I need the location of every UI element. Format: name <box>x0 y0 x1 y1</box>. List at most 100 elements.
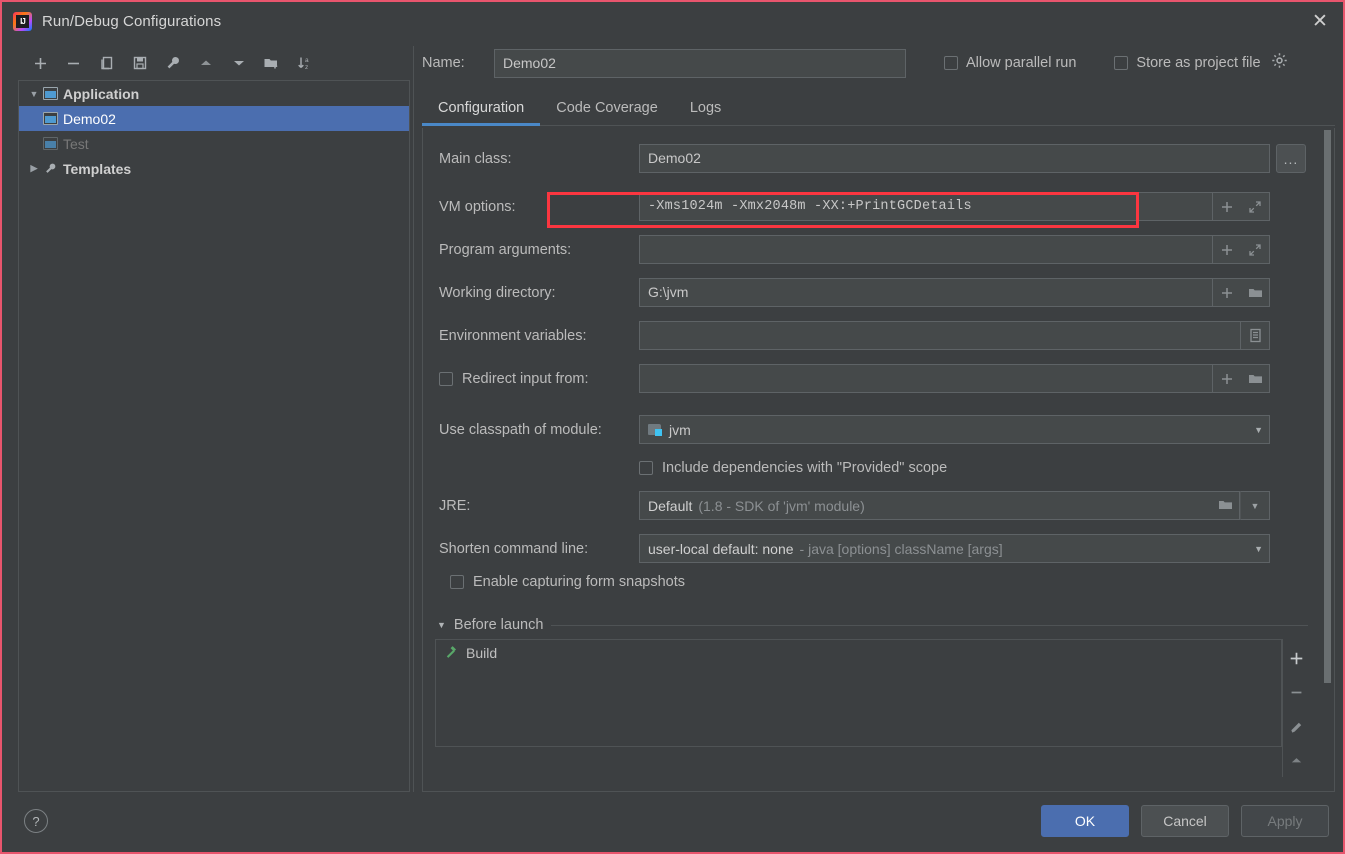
help-button[interactable]: ? <box>24 809 48 833</box>
wrench-icon[interactable] <box>156 48 189 78</box>
module-combobox-value: jvm <box>669 421 691 438</box>
vm-options-input[interactable]: -Xms1024m -Xmx2048m -XX:+PrintGCDetails <box>639 192 1213 221</box>
section-divider <box>551 624 1308 626</box>
copy-icon[interactable] <box>90 48 123 78</box>
tree-item-demo02[interactable]: Demo02 <box>19 106 409 131</box>
redirect-input-row: Redirect input from: <box>423 364 1322 393</box>
remove-configuration-button[interactable] <box>57 48 90 78</box>
name-input[interactable]: Demo02 <box>494 48 906 78</box>
form-scroll-content: Main class: Demo02 ... VM options: -Xms1… <box>423 128 1322 791</box>
build-hammer-icon <box>444 644 459 662</box>
tree-item-label: Templates <box>63 160 132 177</box>
redirect-input-label: Redirect input from: <box>462 370 589 387</box>
enable-form-snapshots-label: Enable capturing form snapshots <box>473 574 685 590</box>
before-launch-header[interactable]: ▼ Before launch <box>423 617 1322 633</box>
save-icon[interactable] <box>123 48 156 78</box>
twisty-expanded-icon[interactable]: ▼ <box>25 89 43 99</box>
checkbox-box[interactable] <box>944 56 958 70</box>
main-class-label: Main class: <box>439 150 512 167</box>
tab-configuration[interactable]: Configuration <box>422 100 541 126</box>
configuration-editor-panel: Name: Demo02 Allow parallel run Store as… <box>422 46 1335 792</box>
edit-task-button[interactable] <box>1283 709 1311 743</box>
vm-options-row: VM options: -Xms1024m -Xmx2048m -XX:+Pri… <box>423 192 1322 221</box>
tree-item-templates[interactable]: ▶ Templates <box>19 156 409 181</box>
triangle-up-icon[interactable] <box>189 48 222 78</box>
tree-item-label: Test <box>63 135 89 152</box>
tree-item-application[interactable]: ▼ Application <box>19 81 409 106</box>
editor-tabs: Configuration Code Coverage Logs <box>422 90 1335 126</box>
folder-icon[interactable] <box>1241 279 1269 306</box>
vm-options-buttons <box>1213 192 1270 221</box>
configurations-toolbar: az <box>12 46 410 80</box>
form-scrollbar-thumb[interactable] <box>1324 130 1331 683</box>
jre-row: JRE: Default (1.8 - SDK of 'jvm' module) <box>423 491 1322 520</box>
apply-button[interactable]: Apply <box>1241 805 1329 837</box>
move-task-up-button[interactable] <box>1283 743 1311 777</box>
folder-add-icon[interactable] <box>255 48 288 78</box>
working-directory-input[interactable]: G:\jvm <box>639 278 1213 307</box>
ok-button[interactable]: OK <box>1041 805 1129 837</box>
folder-icon[interactable] <box>1210 498 1233 514</box>
checkbox-box[interactable] <box>639 460 653 475</box>
sort-az-icon[interactable]: az <box>288 48 321 78</box>
svg-text:a: a <box>305 57 309 64</box>
environment-variables-input[interactable] <box>639 321 1241 350</box>
cancel-button[interactable]: Cancel <box>1141 805 1229 837</box>
use-classpath-of-module-label: Use classpath of module: <box>439 421 602 438</box>
form-scrollbar[interactable] <box>1322 128 1334 791</box>
chevron-down-icon: ▼ <box>1250 500 1260 511</box>
tree-item-test[interactable]: Test <box>19 131 409 156</box>
plus-icon[interactable] <box>1213 279 1241 306</box>
environment-variables-buttons <box>1241 321 1270 350</box>
plus-icon[interactable] <box>1213 193 1241 220</box>
program-arguments-label: Program arguments: <box>439 241 572 258</box>
working-directory-label: Working directory: <box>439 284 556 301</box>
application-icon <box>43 137 58 150</box>
checkbox-box[interactable] <box>450 575 464 589</box>
checkbox-box[interactable] <box>439 371 453 386</box>
chevron-down-icon[interactable]: ▼ <box>1246 425 1263 435</box>
redirect-input-buttons <box>1213 364 1270 393</box>
intellij-idea-logo-icon: IJ <box>13 11 32 31</box>
redirect-input-field[interactable] <box>639 364 1213 393</box>
close-icon[interactable]: ✕ <box>1297 2 1343 40</box>
include-provided-scope-checkbox[interactable]: Include dependencies with "Provided" sco… <box>639 453 1306 482</box>
remove-task-button[interactable] <box>1283 675 1311 709</box>
jre-value: Default <box>648 497 693 514</box>
redirect-input-checkbox[interactable]: Redirect input from: <box>439 371 639 387</box>
jre-combobox[interactable]: Default (1.8 - SDK of 'jvm' module) <box>639 491 1240 520</box>
enable-form-snapshots-checkbox[interactable]: Enable capturing form snapshots <box>450 574 1306 590</box>
checkbox-box[interactable] <box>1114 56 1129 70</box>
main-class-input[interactable]: Demo02 <box>639 144 1270 173</box>
module-combobox[interactable]: jvm ▼ <box>639 415 1270 444</box>
add-configuration-button[interactable] <box>24 48 57 78</box>
list-item-label: Build <box>466 644 498 661</box>
store-as-project-file-checkbox[interactable]: Store as project file <box>1114 55 1261 71</box>
title-bar: IJ Run/Debug Configurations ✕ <box>2 2 1343 40</box>
svg-text:z: z <box>305 64 308 71</box>
expand-icon[interactable] <box>1241 193 1269 220</box>
list-edit-icon[interactable] <box>1241 322 1269 349</box>
twisty-collapsed-icon[interactable]: ▶ <box>25 163 43 174</box>
folder-icon[interactable] <box>1241 365 1269 392</box>
tab-logs[interactable]: Logs <box>674 100 737 125</box>
configurations-tree[interactable]: ▼ Application Demo02 Test ▶ Templates <box>18 80 410 792</box>
gear-icon[interactable] <box>1271 52 1288 74</box>
list-item[interactable]: Build <box>436 640 1281 665</box>
plus-icon[interactable] <box>1213 365 1241 392</box>
twisty-expanded-icon[interactable]: ▼ <box>437 620 446 630</box>
chevron-down-icon[interactable]: ▼ <box>1246 544 1263 554</box>
triangle-down-icon[interactable] <box>222 48 255 78</box>
expand-icon[interactable] <box>1241 236 1269 263</box>
before-launch-list[interactable]: Build <box>435 639 1282 747</box>
jre-dropdown-button[interactable]: ▼ <box>1240 491 1270 520</box>
tab-code-coverage[interactable]: Code Coverage <box>540 100 674 125</box>
enable-form-snapshots-row: Enable capturing form snapshots <box>423 574 1322 590</box>
plus-icon[interactable] <box>1213 236 1241 263</box>
allow-parallel-run-checkbox[interactable]: Allow parallel run <box>944 55 1076 71</box>
program-arguments-input[interactable] <box>639 235 1213 264</box>
shorten-command-line-combobox[interactable]: user-local default: none - java [options… <box>639 534 1270 563</box>
application-icon <box>43 87 58 100</box>
main-class-browse-button[interactable]: ... <box>1276 144 1306 173</box>
add-task-button[interactable] <box>1283 641 1311 675</box>
